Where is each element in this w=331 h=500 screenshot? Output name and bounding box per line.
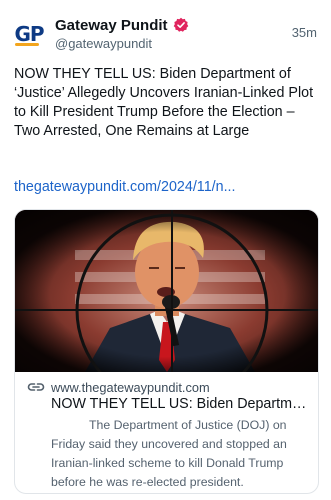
card-title[interactable]: NOW THEY TELL US: Biden Department of ‘J…	[51, 396, 311, 412]
avatar-accent-bar	[15, 43, 39, 46]
post-link[interactable]: thegatewaypundit.com/2024/11/n...	[14, 179, 319, 195]
account-handle[interactable]: @gatewaypundit	[55, 36, 152, 51]
card-image[interactable]	[15, 210, 318, 372]
post-text: NOW THEY TELL US: Biden Department of ‘J…	[14, 66, 314, 139]
author-name-row: Gateway Pundit	[55, 14, 189, 36]
crosshair-scope-image	[15, 210, 318, 372]
card-domain: www.thegatewaypundit.com	[51, 380, 210, 395]
display-name[interactable]: Gateway Pundit	[55, 17, 168, 34]
link-preview-card[interactable]: www.thegatewaypundit.com NOW THEY TELL U…	[14, 209, 319, 494]
post: GP Gateway Pundit @gatewaypundit 35m NOW…	[0, 0, 331, 500]
link-icon	[27, 383, 45, 391]
card-description: The Department of Justice (DOJ) on Frida…	[51, 416, 313, 492]
verified-badge-icon	[173, 17, 188, 32]
card-meta: www.thegatewaypundit.com NOW THEY TELL U…	[15, 372, 318, 493]
post-timestamp[interactable]: 35m	[292, 25, 317, 40]
card-description-text: The Department of Justice (DOJ) on Frida…	[51, 418, 287, 489]
